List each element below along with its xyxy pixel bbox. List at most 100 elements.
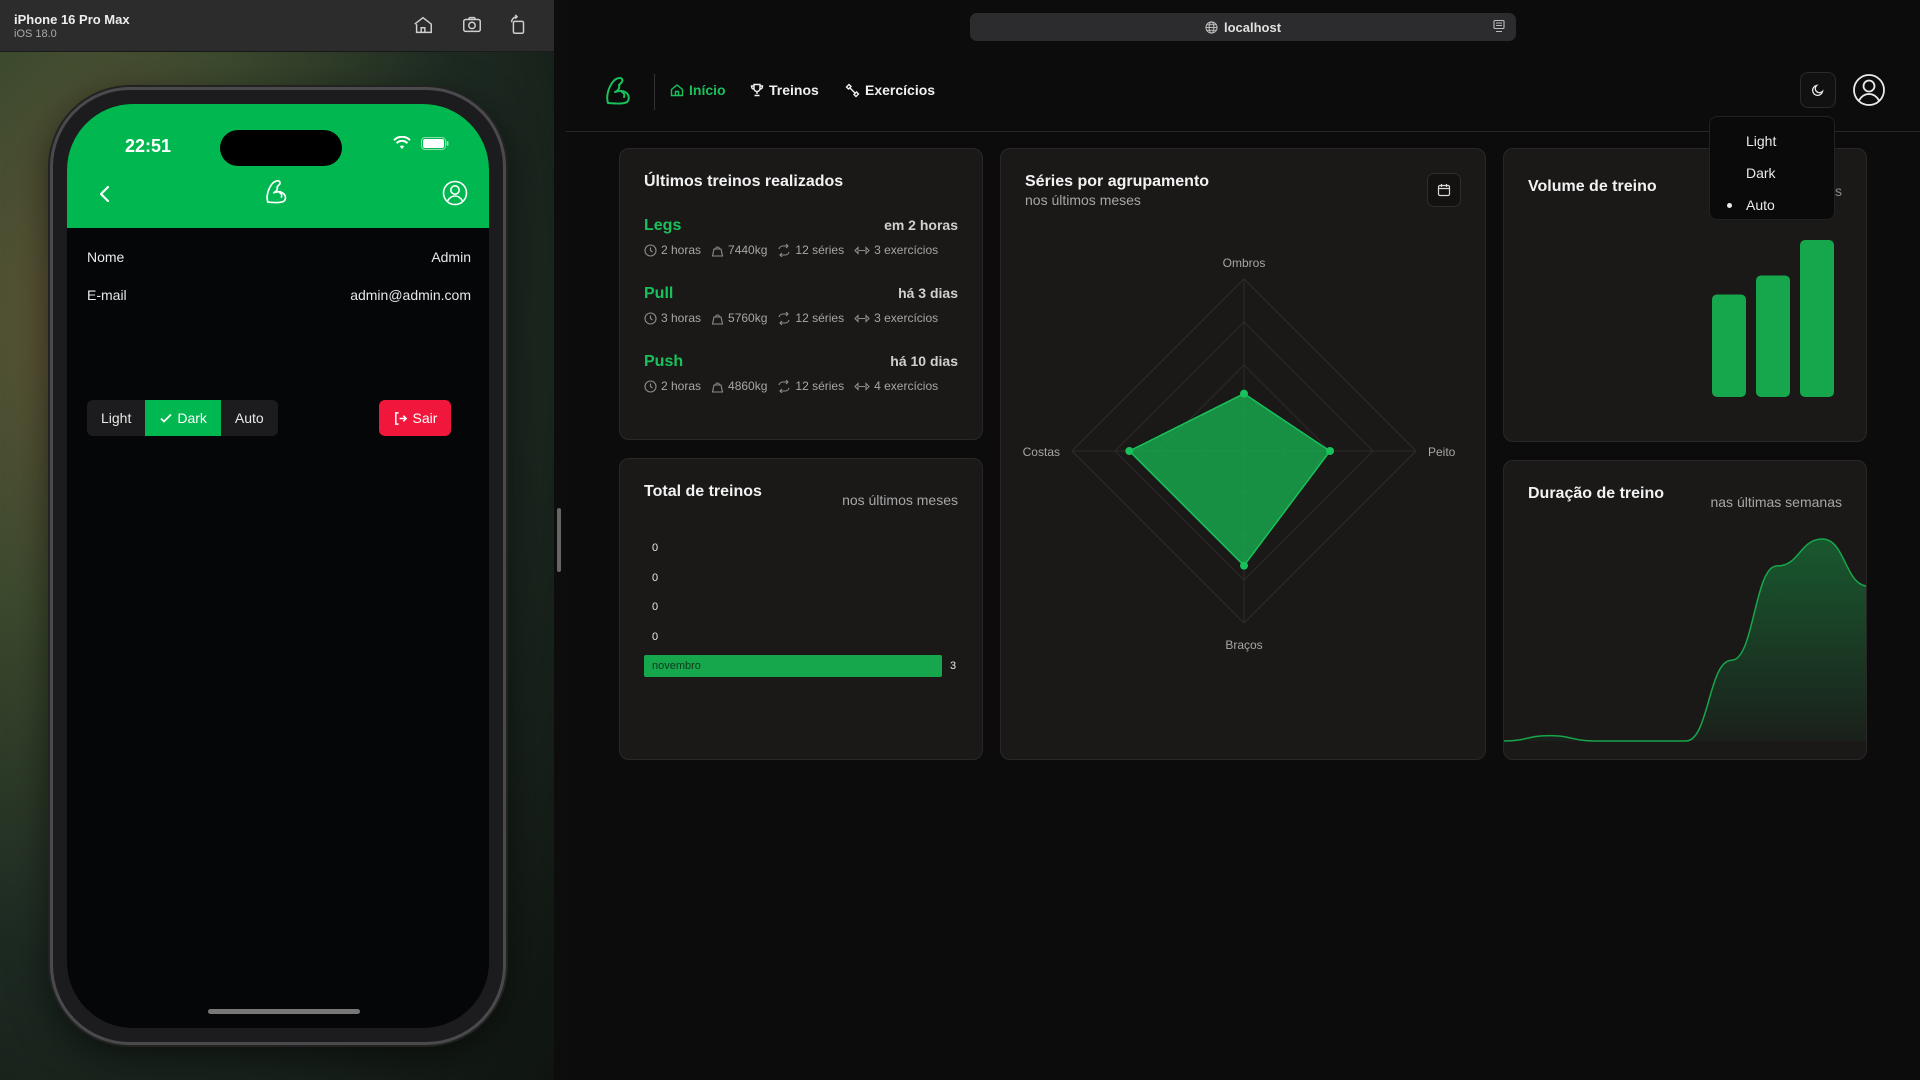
address-bar[interactable]: localhost xyxy=(970,13,1516,41)
email-value: admin@admin.com xyxy=(350,287,471,303)
name-label: Nome xyxy=(87,249,125,265)
workout-exercises: 4 exercícios xyxy=(854,379,938,393)
theme-menu-item-auto[interactable]: Auto xyxy=(1710,189,1834,221)
selected-dot-icon xyxy=(1727,203,1732,208)
split-drag-handle[interactable] xyxy=(557,508,561,572)
theme-menu-item-light[interactable]: Light xyxy=(1710,125,1834,157)
theme-option-light[interactable]: Light xyxy=(87,400,145,436)
workout-series: 12 séries xyxy=(777,243,844,257)
radar-point xyxy=(1125,447,1134,455)
workout-series: 12 séries xyxy=(777,379,844,393)
bar-value-label: 0 xyxy=(652,571,659,584)
series-radar-chart: Ombros Peito Braços Costas xyxy=(1023,256,1456,652)
trophy-icon xyxy=(750,83,764,97)
screenshot-icon[interactable] xyxy=(461,14,483,36)
nav-item-label: Treinos xyxy=(769,82,819,98)
nav-item-treinos[interactable]: Treinos xyxy=(750,82,819,98)
theme-option-dark-label: Dark xyxy=(177,410,207,426)
radar-axis-label: Braços xyxy=(1225,638,1262,652)
nav-item-inicio[interactable]: Início xyxy=(670,82,726,98)
weight-icon xyxy=(711,244,724,257)
card-title: Total de treinos xyxy=(644,483,762,500)
home-icon xyxy=(670,84,684,97)
duration-area-chart xyxy=(1504,538,1866,742)
dynamic-island xyxy=(220,130,342,166)
theme-menu-item-label: Auto xyxy=(1746,197,1775,213)
series-radar-card: Séries por agrupamento nos últimos meses… xyxy=(1000,148,1486,760)
home-icon[interactable] xyxy=(412,14,434,36)
user-circle-icon[interactable] xyxy=(442,180,468,206)
workout-meta: 3 horas 5760kg 12 séries 3 exercícios xyxy=(644,311,958,325)
workout-when: em 2 horas xyxy=(884,217,958,233)
total-workouts-card: Total de treinos nos últimos meses 0 0 0 0 n… xyxy=(619,458,983,760)
profile-name-row: Nome Admin xyxy=(87,249,471,265)
home-indicator[interactable] xyxy=(208,1009,360,1014)
repeat-icon xyxy=(777,243,791,257)
theme-dropdown-menu: Light Dark Auto xyxy=(1709,116,1835,220)
workout-row[interactable]: Legs em 2 horas 2 horas 7440kg 12 séries 3 ex… xyxy=(644,217,958,257)
radar-point xyxy=(1240,389,1248,398)
theme-option-auto[interactable]: Auto xyxy=(221,400,278,436)
check-icon xyxy=(160,413,172,423)
workout-weight: 5760kg xyxy=(711,311,767,325)
reader-mode-icon[interactable] xyxy=(1492,19,1506,33)
nav-item-label: Exercícios xyxy=(865,82,936,98)
workout-meta: 2 horas 7440kg 12 séries 3 exercícios xyxy=(644,243,958,257)
workout-when: há 3 dias xyxy=(898,285,958,301)
simulator-os-version: iOS 18.0 xyxy=(14,28,57,40)
theme-menu-item-dark[interactable]: Dark xyxy=(1710,157,1834,189)
workout-duration: 3 horas xyxy=(644,311,701,325)
volume-bar[interactable] xyxy=(1756,275,1790,397)
rotate-icon[interactable] xyxy=(507,14,529,36)
simulator-toolbar: iPhone 16 Pro Max iOS 18.0 xyxy=(0,0,554,52)
globe-icon xyxy=(1205,20,1218,34)
bar-category-label: novembro xyxy=(652,660,701,673)
workout-row[interactable]: Push há 10 dias 2 horas 4860kg 12 séries 4 ex… xyxy=(644,353,958,393)
flexed-arm-logo-icon[interactable] xyxy=(600,70,640,110)
workout-weight: 4860kg xyxy=(711,379,767,393)
arrows-icon xyxy=(854,244,870,257)
bar-value-label: 0 xyxy=(652,630,659,643)
bar-value-label: 0 xyxy=(652,542,659,554)
duration-area xyxy=(1504,539,1866,741)
simulator-window: iPhone 16 Pro Max iOS 18.0 22:51 Nome Ad… xyxy=(0,0,554,1080)
bar-row: novembro 3 xyxy=(644,655,958,678)
workout-meta: 2 horas 4860kg 12 séries 4 exercícios xyxy=(644,379,958,393)
radar-series-area xyxy=(1128,392,1332,567)
radar-point xyxy=(1326,447,1334,455)
workout-exercises: 3 exercícios xyxy=(854,243,938,257)
bar-row: 0 xyxy=(644,626,958,648)
repeat-icon xyxy=(777,311,791,325)
workout-row[interactable]: Pull há 3 dias 3 horas 5760kg 12 séries 3 exe… xyxy=(644,285,958,325)
theme-toggle-button[interactable] xyxy=(1800,72,1836,108)
radar-axis-label: Costas xyxy=(1023,445,1060,459)
nav-item-label: Início xyxy=(689,82,726,98)
arrows-icon xyxy=(854,380,870,393)
card-subtitle: nos últimos meses xyxy=(842,492,958,508)
workout-exercises: 3 exercícios xyxy=(854,311,938,325)
back-chevron-icon[interactable] xyxy=(97,184,113,204)
logout-button[interactable]: Sair xyxy=(379,400,451,436)
workout-duration: 2 horas xyxy=(644,379,701,393)
card-title: Últimos treinos realizados xyxy=(644,173,844,190)
status-icons xyxy=(393,136,449,150)
volume-bar[interactable] xyxy=(1712,294,1746,397)
logout-icon xyxy=(394,411,407,425)
duration-card: Duração de treino nas últimas semanas xyxy=(1503,460,1867,760)
simulator-device-name: iPhone 16 Pro Max xyxy=(14,12,130,27)
profile-email-row: E-mail admin@admin.com xyxy=(87,287,471,303)
bar-row: 0 xyxy=(644,596,958,618)
nav-item-exercicios[interactable]: Exercícios xyxy=(845,82,935,98)
weight-icon xyxy=(711,380,724,393)
user-circle-icon[interactable] xyxy=(1852,73,1886,107)
phone-screen: 22:51 Nome Admin E-mail admin@admin.com xyxy=(67,104,489,1028)
recent-workouts-card: Últimos treinos realizados Legs em 2 hora… xyxy=(619,148,983,440)
workout-when: há 10 dias xyxy=(890,353,958,369)
theme-option-dark[interactable]: Dark xyxy=(145,400,221,436)
flexed-arm-logo-icon xyxy=(266,179,287,204)
volume-bar[interactable] xyxy=(1800,240,1834,397)
browser-window: localhost Início Treinos Exercícios Ligh… xyxy=(566,0,1920,1080)
radar-axis-label: Ombros xyxy=(1223,256,1266,270)
url-text: localhost xyxy=(1223,19,1282,35)
app-header: 22:51 xyxy=(67,104,489,228)
